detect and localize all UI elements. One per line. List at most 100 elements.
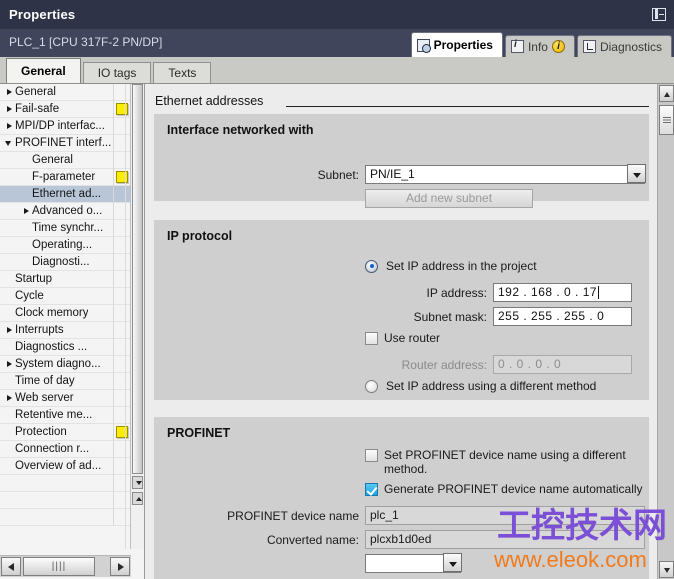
chevron-right-icon[interactable]: [4, 322, 15, 339]
tree-item-label: Connection r...: [15, 442, 90, 455]
chevron-right-icon[interactable]: [4, 356, 15, 373]
tree-scroll-left-arrow-icon[interactable]: [1, 557, 21, 576]
tree-item-label: Ethernet ad...: [32, 187, 102, 200]
tree-item-f-parameter[interactable]: F-parameter: [0, 169, 131, 186]
tree-item-empty[interactable]: [0, 492, 131, 509]
content-vertical-scrollbar[interactable]: [657, 84, 674, 579]
tree-horizontal-scrollbar[interactable]: ||||: [0, 555, 131, 577]
scroll-thumb-grip-icon: [662, 116, 671, 124]
tree-item-retentive-me[interactable]: Retentive me...: [0, 407, 131, 424]
tree-item-empty[interactable]: [0, 475, 131, 492]
tab-general[interactable]: General: [6, 58, 81, 83]
tree-flag-cell: [113, 152, 131, 169]
radio-set-ip-in-project[interactable]: [365, 259, 378, 273]
navigation-tree: General Fail-safe MPI/DP interfac... PROFIN…: [0, 84, 145, 579]
tree-item-advanced-o[interactable]: Advanced o...: [0, 203, 131, 220]
add-new-subnet-button[interactable]: Add new subnet: [365, 189, 533, 208]
ip-address-label: IP address:: [426, 285, 487, 300]
tree-item-mpi-dp-interfac[interactable]: MPI/DP interfac...: [0, 118, 131, 135]
tree-rows[interactable]: General Fail-safe MPI/DP interfac... PROFIN…: [0, 84, 131, 549]
tree-item-startup[interactable]: Startup: [0, 271, 131, 288]
window-title-bar: Properties: [0, 0, 674, 29]
use-router-row[interactable]: Use router: [365, 331, 440, 345]
tree-item-time-synchr[interactable]: Time synchr...: [0, 220, 131, 237]
tree-item-label: General: [32, 153, 73, 166]
content-scroll-thumb[interactable]: [659, 105, 674, 135]
generate-device-name-row[interactable]: Generate PROFINET device name automatica…: [365, 482, 643, 496]
tab-diagnostics[interactable]: Diagnostics: [576, 35, 672, 57]
tree-scroll-right-arrow-icon[interactable]: [110, 557, 130, 576]
use-router-checkbox[interactable]: [365, 331, 378, 345]
chevron-down-icon[interactable]: [4, 135, 15, 152]
group-ip-heading: IP protocol: [167, 229, 233, 243]
tab-io-tags[interactable]: IO tags: [82, 62, 152, 83]
tab-info[interactable]: Info i: [504, 35, 575, 57]
set-device-name-different-checkbox[interactable]: [365, 449, 378, 462]
chevron-right-icon[interactable]: [4, 390, 15, 407]
tree-item-protection[interactable]: Protection: [0, 424, 131, 441]
tree-item-label: Interrupts: [15, 323, 64, 336]
profinet-device-name-input[interactable]: plc_1: [365, 506, 645, 525]
tree-item-time-of-day[interactable]: Time of day: [0, 373, 131, 390]
tree-item-ethernet-ad[interactable]: Ethernet ad...: [0, 186, 131, 203]
router-address-label: Router address:: [401, 357, 487, 372]
tree-item-label: System diagno...: [15, 357, 101, 370]
tree-scroll-down-arrow-icon[interactable]: [132, 476, 143, 489]
subnet-combobox[interactable]: PN/IE_1: [365, 164, 646, 184]
radio-set-ip-in-project-row[interactable]: Set IP address in the project: [365, 259, 537, 273]
tree-item-empty[interactable]: [0, 509, 131, 526]
tree-hscroll-thumb[interactable]: ||||: [23, 557, 95, 576]
chevron-right-icon[interactable]: [21, 203, 32, 220]
content-scroll-down-arrow-icon[interactable]: [659, 561, 674, 578]
tree-flag-cell: [113, 186, 131, 203]
tree-item-system-diagno[interactable]: System diagno...: [0, 356, 131, 373]
tree-item-profinet-interf[interactable]: PROFINET interf...: [0, 135, 131, 152]
tree-item-diagnostics[interactable]: Diagnostics ...: [0, 339, 131, 356]
tree-flag-cell: [113, 356, 131, 373]
tree-item-fail-safe[interactable]: Fail-safe: [0, 101, 131, 118]
tree-item-overview-of-ad[interactable]: Overview of ad...: [0, 458, 131, 475]
subnet-value[interactable]: PN/IE_1: [365, 165, 645, 184]
tree-item-label: Protection: [15, 425, 67, 438]
generate-device-name-label: Generate PROFINET device name automatica…: [384, 482, 643, 496]
tree-item-web-server[interactable]: Web server: [0, 390, 131, 407]
set-device-name-different-row[interactable]: Set PROFINET device name using a differe…: [365, 448, 655, 476]
tab-properties[interactable]: Properties: [410, 32, 503, 57]
add-subnet-row: Add new subnet: [365, 189, 533, 208]
tree-item-label: F-parameter: [32, 170, 96, 183]
group-ip-protocol: IP protocol Set IP address in the projec…: [154, 220, 649, 400]
tree-item-operating[interactable]: Operating...: [0, 237, 131, 254]
ip-address-input[interactable]: 192 . 168 . 0 . 17: [493, 283, 632, 302]
tree-item-diagnosti[interactable]: Diagnosti...: [0, 254, 131, 271]
chevron-right-icon[interactable]: [4, 84, 15, 101]
chevron-down-icon[interactable]: [627, 164, 646, 183]
tree-item-general[interactable]: General: [0, 84, 131, 101]
tree-scroll-up-arrow-icon[interactable]: [132, 492, 143, 505]
tree-item-interrupts[interactable]: Interrupts: [0, 322, 131, 339]
tree-item-label: Diagnosti...: [32, 255, 90, 268]
chevron-right-icon[interactable]: [4, 118, 15, 135]
tab-texts[interactable]: Texts: [153, 62, 212, 83]
tree-flag-cell: [113, 458, 131, 475]
radio-different-method-row[interactable]: Set IP address using a different method: [365, 379, 596, 393]
dock-layout-icon[interactable]: [652, 8, 666, 21]
content-scroll-up-arrow-icon[interactable]: [659, 85, 674, 102]
tree-item-general[interactable]: General: [0, 152, 131, 169]
device-number-combobox[interactable]: [365, 553, 462, 573]
chevron-right-icon[interactable]: [4, 101, 15, 118]
radio-set-ip-different-method[interactable]: [365, 379, 378, 393]
tree-item-label: MPI/DP interfac...: [15, 119, 105, 132]
tree-scroll-thumb[interactable]: [132, 84, 143, 474]
tree-item-connection-r[interactable]: Connection r...: [0, 441, 131, 458]
device-number-chevron-down-icon[interactable]: [443, 553, 462, 572]
generate-device-name-checkbox[interactable]: [365, 482, 378, 496]
tree-item-label: Fail-safe: [15, 102, 60, 115]
subnet-mask-input[interactable]: 255 . 255 . 255 . 0: [493, 307, 632, 326]
inspector-tabstrip: Properties Info i Diagnostics: [409, 32, 672, 57]
tree-item-clock-memory[interactable]: Clock memory: [0, 305, 131, 322]
tree-item-cycle[interactable]: Cycle: [0, 288, 131, 305]
tree-vertical-scrollbar[interactable]: [130, 84, 144, 549]
